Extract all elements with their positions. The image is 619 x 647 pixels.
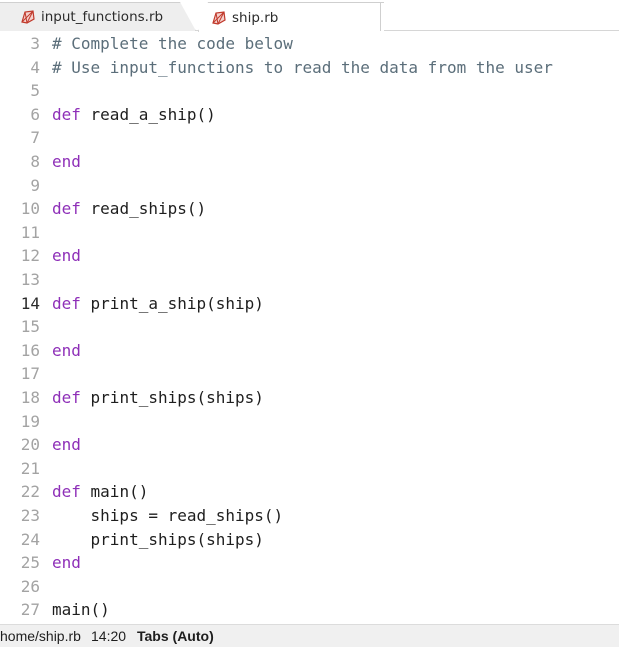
tab-label: ship.rb xyxy=(232,9,279,26)
line-number: 9 xyxy=(30,175,40,195)
code-text: # Use input_functions to read the data f… xyxy=(52,56,553,80)
line-number: 22 xyxy=(20,482,40,502)
status-cursor-position[interactable]: 14:20 xyxy=(91,625,126,647)
code-token-keyword: end xyxy=(52,553,81,573)
line-number: 14 xyxy=(20,293,40,313)
code-token-plain: main() xyxy=(80,482,149,502)
line-number: 8 xyxy=(30,152,40,171)
line-number: 12 xyxy=(20,246,40,266)
code-token-plain: read_ships() xyxy=(80,199,207,219)
code-token-keyword: def xyxy=(52,388,81,407)
code-line[interactable]: 25 end xyxy=(0,551,619,575)
code-line[interactable]: 5 xyxy=(0,79,619,103)
line-number: 3 xyxy=(30,34,40,53)
code-line[interactable]: 26 xyxy=(0,575,619,599)
code-line[interactable]: 17 xyxy=(0,362,619,386)
code-text: def print_a_ship(ship) xyxy=(52,292,264,316)
line-number: 26 xyxy=(20,576,40,596)
ruby-file-icon xyxy=(20,9,36,25)
tab-bar: input_functions.rb ship.rb xyxy=(0,0,619,32)
code-line[interactable]: 19 xyxy=(0,410,619,434)
tab-ship[interactable]: ship.rb xyxy=(198,2,384,32)
code-token-plain: print_ships(ships) xyxy=(80,388,264,407)
status-indentation[interactable]: Tabs (Auto) xyxy=(137,625,214,647)
code-line[interactable]: 20 end xyxy=(0,433,619,457)
code-line[interactable]: 6 def read_a_ship() xyxy=(0,103,619,127)
line-number: 11 xyxy=(20,222,40,242)
line-number: 5 xyxy=(30,81,40,101)
code-line[interactable]: 23 ships = read_ships() xyxy=(0,504,619,528)
line-number: 6 xyxy=(30,104,40,124)
code-text: def print_ships(ships) xyxy=(52,386,264,410)
code-line[interactable]: 3 # Complete the code below xyxy=(0,32,619,56)
code-text: # Complete the code below xyxy=(52,32,293,56)
code-line[interactable]: 4 # Use input_functions to read the data … xyxy=(0,56,619,80)
line-number: 7 xyxy=(30,128,40,148)
code-token-comment: # Use input_functions to read the data f… xyxy=(52,57,553,77)
line-number: 13 xyxy=(20,270,40,289)
code-line[interactable]: 10 def read_ships() xyxy=(0,197,619,221)
code-text: end xyxy=(52,433,81,457)
code-line[interactable]: 14 def print_a_ship(ship) xyxy=(0,292,619,316)
code-token-keyword: end xyxy=(52,340,81,360)
code-line[interactable]: 8 end xyxy=(0,150,619,174)
code-token-keyword: end xyxy=(52,435,81,455)
line-number: 16 xyxy=(20,340,40,360)
code-token-comment: # Complete the code below xyxy=(52,34,293,53)
line-number: 17 xyxy=(20,364,40,384)
code-text: def read_a_ship() xyxy=(52,103,216,127)
tab-label: input_functions.rb xyxy=(41,9,164,25)
code-line[interactable]: 21 xyxy=(0,457,619,481)
code-text: main() xyxy=(52,598,110,622)
code-token-keyword: def xyxy=(52,104,81,124)
code-line[interactable]: 9 xyxy=(0,174,619,198)
status-bar: home/ship.rb 14:20 Tabs (Auto) xyxy=(0,624,619,647)
code-text: def main() xyxy=(52,480,148,504)
line-number: 4 xyxy=(30,57,40,77)
code-line[interactable]: 24 print_ships(ships) xyxy=(0,528,619,552)
line-number: 25 xyxy=(20,553,40,573)
line-number: 10 xyxy=(20,199,40,219)
code-line[interactable]: 7 xyxy=(0,126,619,150)
code-line[interactable]: 27 main() xyxy=(0,598,619,622)
code-token-keyword: def xyxy=(52,293,81,313)
line-number: 24 xyxy=(20,529,40,549)
code-text: print_ships(ships) xyxy=(52,528,264,552)
line-number: 23 xyxy=(20,506,40,525)
code-text: end xyxy=(52,339,81,363)
code-editor[interactable]: 3 # Complete the code below 4 # Use input_f… xyxy=(0,32,619,624)
ruby-file-icon xyxy=(211,10,227,26)
code-token-keyword: def xyxy=(52,199,81,219)
line-number: 27 xyxy=(20,600,40,620)
code-text: end xyxy=(52,244,81,268)
line-number: 19 xyxy=(20,411,40,431)
code-line[interactable]: 11 xyxy=(0,221,619,245)
code-line[interactable]: 22 def main() xyxy=(0,480,619,504)
code-line[interactable]: 12 end xyxy=(0,244,619,268)
status-file-path: home/ship.rb xyxy=(0,628,81,644)
tab-divider xyxy=(380,2,381,31)
code-text: end xyxy=(52,551,81,575)
code-token-plain: read_a_ship() xyxy=(80,104,216,124)
line-number: 21 xyxy=(20,458,40,478)
code-line[interactable]: 18 def print_ships(ships) xyxy=(0,386,619,410)
code-token-plain: main() xyxy=(52,600,110,620)
code-token-plain: ships = read_ships() xyxy=(52,506,284,525)
code-token-plain: print_a_ship(ship) xyxy=(80,293,264,313)
code-token-keyword: end xyxy=(52,246,81,266)
line-number: 15 xyxy=(20,317,40,337)
line-number: 20 xyxy=(20,435,40,455)
code-token-plain: print_ships(ships) xyxy=(52,529,264,549)
code-text: ships = read_ships() xyxy=(52,504,284,528)
code-token-keyword: def xyxy=(52,482,81,502)
code-token-keyword: end xyxy=(52,152,81,171)
code-text: end xyxy=(52,150,81,174)
code-line[interactable]: 15 xyxy=(0,315,619,339)
code-line[interactable]: 13 xyxy=(0,268,619,292)
tab-input-functions[interactable]: input_functions.rb xyxy=(0,2,196,31)
code-line[interactable]: 16 end xyxy=(0,339,619,363)
code-text: def read_ships() xyxy=(52,197,206,221)
line-number: 18 xyxy=(20,388,40,407)
